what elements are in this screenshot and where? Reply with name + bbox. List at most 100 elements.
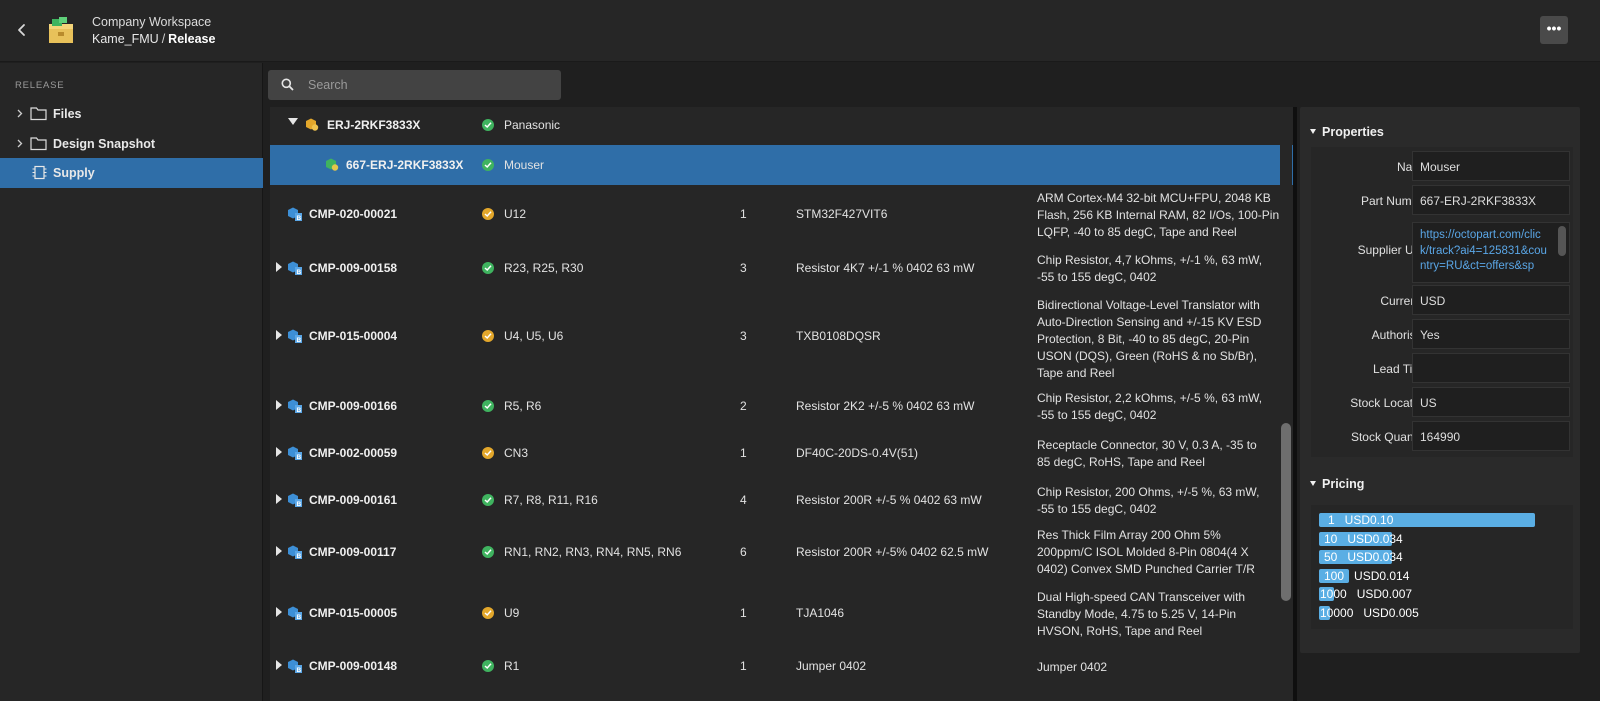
- pricing-section-header[interactable]: Pricing: [1310, 477, 1364, 491]
- panel-splitter[interactable]: [1293, 107, 1297, 701]
- quantity: 4: [740, 493, 747, 507]
- table-row[interactable]: B CMP-020-00021 U12 1 STM32F427VIT6 ARM …: [270, 187, 1295, 240]
- manufacturer-part-number: Resistor 200R +/-5 % 0402 63 mW: [796, 493, 982, 507]
- caret-right-icon[interactable]: [275, 660, 283, 670]
- description-line: Chip Resistor, 2,2 kOhms, +/-5 %, 63 mW,: [1037, 391, 1263, 405]
- folder-icon: [30, 136, 47, 151]
- caret-right-icon[interactable]: [275, 330, 283, 340]
- description-line: Protection, 8 Bit, -40 to 85 degC, 20-Pi…: [1037, 332, 1250, 346]
- description-line: 0402) Convex SMD Punched Carrier T/R: [1037, 562, 1255, 576]
- property-value[interactable]: USD: [1412, 285, 1570, 315]
- description-line: ARM Cortex-M4 32-bit MCU+FPU, 2048 KB: [1037, 191, 1271, 205]
- property-value[interactable]: Yes: [1412, 319, 1570, 349]
- sidebar-heading: RELEASE: [15, 80, 65, 91]
- svg-text:B: B: [297, 614, 302, 620]
- table-row[interactable]: B CMP-009-00166 R5, R6 2 Resistor 2K2 +/…: [270, 388, 1295, 432]
- description-line: Bidirectional Voltage-Level Translator w…: [1037, 298, 1260, 312]
- table-row[interactable]: B CMP-009-00161 R7, R8, R11, R16 4 Resis…: [270, 480, 1295, 524]
- scrollbar-thumb[interactable]: [1558, 226, 1566, 256]
- property-value[interactable]: [1412, 353, 1570, 383]
- property-value[interactable]: 164990: [1412, 421, 1570, 451]
- sidebar-item-design-snapshot[interactable]: Design Snapshot: [0, 129, 263, 159]
- caret-right-icon[interactable]: [275, 400, 283, 410]
- caret-right-icon[interactable]: [275, 262, 283, 272]
- property-row: Currency USD: [1311, 283, 1573, 317]
- property-value[interactable]: 667-ERJ-2RKF3833X: [1412, 185, 1570, 215]
- scrollbar-thumb[interactable]: [1281, 423, 1291, 601]
- supply-table: ERJ-2RKF3833X Panasonic 667-ERJ-2RKF3833…: [270, 107, 1295, 701]
- description-line: Chip Resistor, 4,7 kOhms, +/-1 %, 63 mW,: [1037, 253, 1263, 267]
- price-break-label: 50 USD0.034: [1324, 550, 1403, 564]
- properties-list: Name Mouser Part Number 667-ERJ-2RKF3833…: [1311, 147, 1573, 457]
- chevron-right-icon[interactable]: [15, 139, 24, 148]
- properties-section-header[interactable]: Properties: [1310, 125, 1384, 139]
- table-row[interactable]: B CMP-002-00059 CN3 1 DF40C-20DS-0.4V(51…: [270, 434, 1295, 478]
- app-header: Company Workspace Kame_FMU / Release •••: [0, 0, 1600, 62]
- table-row[interactable]: ERJ-2RKF3833X Panasonic: [270, 107, 1295, 143]
- svg-text:B: B: [297, 269, 302, 275]
- component-icon: B: [287, 605, 302, 620]
- property-row: Authorised Yes: [1311, 317, 1573, 351]
- breadcrumb-separator: /: [161, 32, 166, 46]
- table-row-selected[interactable]: 667-ERJ-2RKF3833X Mouser: [270, 145, 1295, 185]
- pricing-list: 1 USD0.10 10 USD0.034 50 USD0.034 100 USD0.…: [1311, 505, 1573, 629]
- designators: U9: [504, 606, 520, 620]
- manufacturer-name: Panasonic: [504, 118, 561, 132]
- caret-right-icon[interactable]: [275, 447, 283, 457]
- designators: RN1, RN2, RN3, RN4, RN5, RN6: [504, 545, 682, 559]
- search-box: [268, 70, 561, 100]
- more-options-button[interactable]: •••: [1540, 16, 1568, 44]
- description-line: Receptacle Connector, 30 V, 0.3 A, -35 t…: [1037, 438, 1257, 452]
- component-id: CMP-002-00059: [309, 446, 398, 460]
- chevron-right-icon[interactable]: [15, 109, 24, 118]
- caret-right-icon[interactable]: [275, 546, 283, 556]
- component-description: Chip Resistor, 4,7 kOhms, +/-1 %, 63 mW,…: [1037, 252, 1281, 286]
- quantity: 1: [740, 606, 747, 620]
- table-row[interactable]: B CMP-009-00117 RN1, RN2, RN3, RN4, RN5,…: [270, 526, 1295, 586]
- manufacturer-part-number: Resistor 4K7 +/-1 % 0402 63 mW: [796, 261, 975, 275]
- status-warning-icon: [482, 607, 494, 619]
- quantity: 1: [740, 446, 747, 460]
- supplier-url-field[interactable]: https://octopart.com/click/track?ai4=125…: [1412, 222, 1570, 283]
- svg-text:B: B: [297, 337, 302, 343]
- sidebar-item-files[interactable]: Files: [0, 99, 263, 129]
- table-row[interactable]: B CMP-009-00148 R1 1 Jumper 0402 Jumper …: [270, 646, 1295, 686]
- component-id: CMP-009-00161: [309, 493, 398, 507]
- table-row[interactable]: B CMP-015-00004 U4, U5, U6 3 TXB0108DQSR…: [270, 296, 1295, 386]
- back-arrow-icon[interactable]: [14, 22, 30, 38]
- table-row[interactable]: B CMP-015-00005 U9 1 TJA1046 Dual High-s…: [270, 588, 1295, 644]
- price-break-label: 10000 USD0.005: [1320, 605, 1419, 620]
- quantity: 3: [740, 261, 747, 275]
- table-row[interactable]: B CMP-009-00158 R23, R25, R30 3 Resistor…: [270, 242, 1295, 294]
- manufacturer-part-number: STM32F427VIT6: [796, 207, 888, 221]
- quantity: 1: [740, 207, 747, 221]
- component-icon: B: [287, 658, 302, 673]
- description-line: Auto-Direction Sensing and +/-15 KV ESD: [1037, 315, 1262, 329]
- component-icon: B: [287, 206, 302, 221]
- price-break-label: 10 USD0.034: [1324, 531, 1403, 546]
- description-line: Res Thick Film Array 200 Ohm 5%: [1037, 528, 1221, 542]
- description-line: 85 degC, RoHS, Tape and Reel: [1037, 455, 1205, 469]
- search-input[interactable]: [308, 76, 548, 94]
- caret-right-icon[interactable]: [275, 607, 283, 617]
- caret-down-icon: [1310, 481, 1316, 487]
- designators: R1: [504, 659, 520, 673]
- caret-down-icon[interactable]: [288, 118, 298, 128]
- component-description: Chip Resistor, 200 Ohms, +/-5 %, 63 mW, …: [1037, 484, 1281, 518]
- sidebar-item-supply[interactable]: Supply: [0, 158, 263, 188]
- property-value[interactable]: US: [1412, 387, 1570, 417]
- breadcrumb-project[interactable]: Kame_FMU: [92, 32, 159, 46]
- search-icon: [281, 78, 294, 91]
- property-value[interactable]: Mouser: [1412, 151, 1570, 181]
- component-id: CMP-015-00004: [309, 329, 398, 343]
- component-icon: B: [287, 544, 302, 559]
- component-id: CMP-020-00021: [309, 207, 398, 221]
- description-line: -55 to 155 degC, 0402: [1037, 408, 1157, 422]
- supplier-url-link[interactable]: https://octopart.com/click/track?ai4=125…: [1420, 228, 1548, 275]
- property-row: Stock Location US: [1311, 385, 1573, 419]
- caret-right-icon[interactable]: [275, 494, 283, 504]
- designators: R23, R25, R30: [504, 261, 584, 275]
- sidebar: RELEASE Files Design Snapshot Supply: [0, 63, 263, 701]
- table-scrollbar[interactable]: [1280, 107, 1292, 701]
- sidebar-item-label: Design Snapshot: [53, 137, 156, 151]
